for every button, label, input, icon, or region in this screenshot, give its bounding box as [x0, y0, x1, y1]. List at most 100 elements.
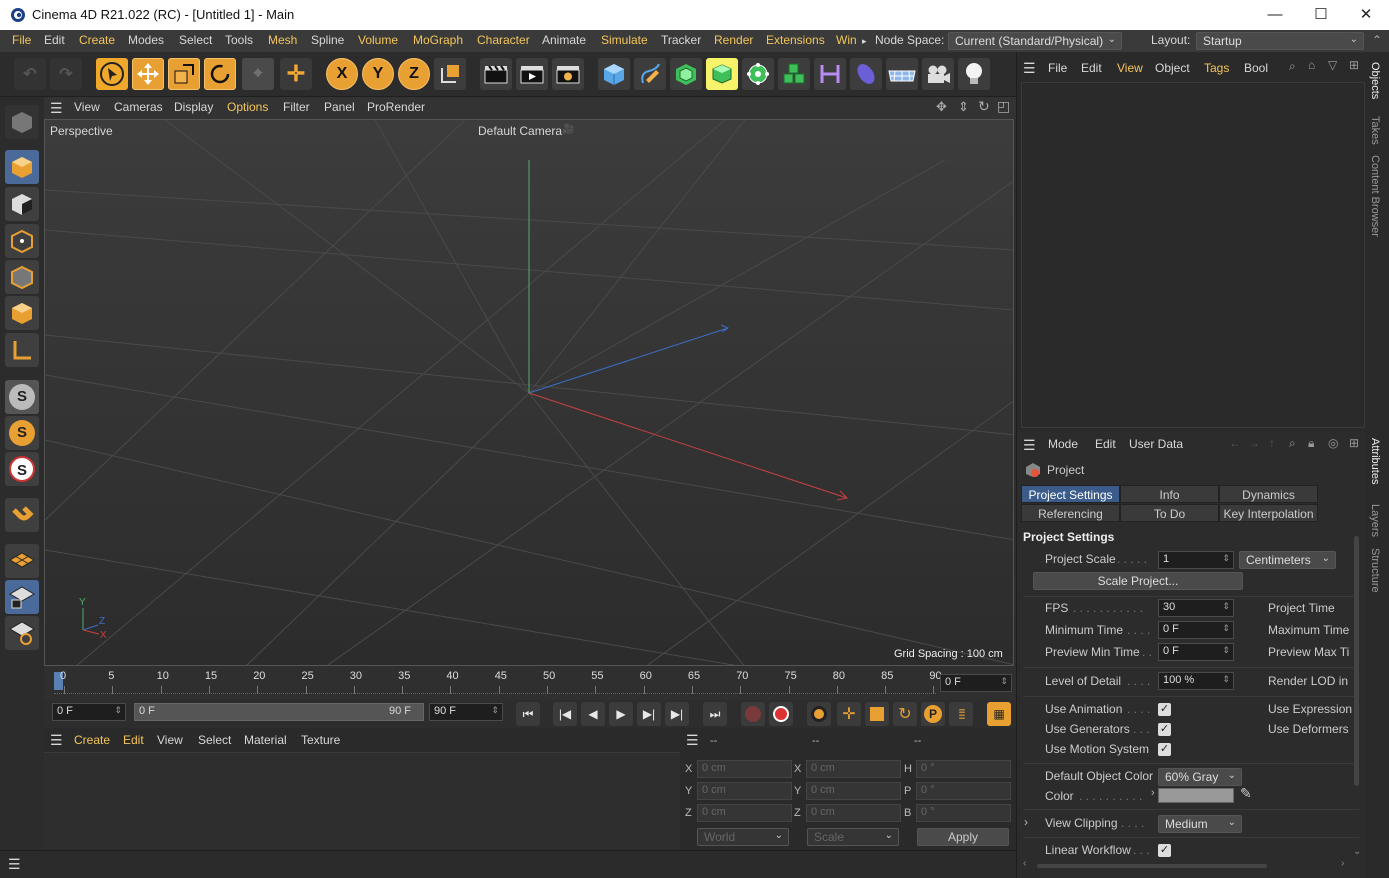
- material-menu-edit[interactable]: Edit: [123, 733, 144, 747]
- camera-button[interactable]: [922, 58, 954, 90]
- current-frame-field[interactable]: 0 F ⇕: [940, 674, 1012, 692]
- tab-dynamics[interactable]: Dynamics: [1219, 485, 1318, 503]
- tab-takes[interactable]: Takes: [1369, 116, 1381, 145]
- project-scale-field[interactable]: 1 ⇕: [1158, 551, 1234, 569]
- close-button[interactable]: ✕: [1343, 3, 1389, 27]
- preview-min-time-field[interactable]: 0 F ⇕: [1158, 643, 1234, 661]
- object-menu-view[interactable]: View: [1117, 61, 1143, 75]
- expand-arrow-icon[interactable]: ›: [1151, 787, 1155, 799]
- workplane-button[interactable]: [5, 544, 39, 578]
- viewport-menu-prorender[interactable]: ProRender: [367, 100, 425, 114]
- deformer-button[interactable]: [814, 58, 846, 90]
- scale-project-button[interactable]: Scale Project...: [1033, 572, 1243, 590]
- attributes-menu-edit[interactable]: Edit: [1095, 437, 1116, 451]
- tab-structure[interactable]: Structure: [1369, 548, 1381, 593]
- object-list[interactable]: [1021, 82, 1365, 428]
- vertical-scrollbar[interactable]: [1354, 536, 1359, 786]
- object-menu-file[interactable]: File: [1048, 61, 1067, 75]
- menu-animate[interactable]: Animate: [542, 33, 586, 47]
- menu-render[interactable]: Render: [714, 33, 753, 47]
- keyframe-selection-button[interactable]: [807, 702, 831, 726]
- menu-mograph[interactable]: MoGraph: [413, 33, 463, 47]
- perspective-viewport[interactable]: Perspective Default Camera 🎥 Y Z X Grid …: [44, 119, 1014, 666]
- end-frame-field[interactable]: 90 F ⇕: [429, 703, 503, 721]
- scroll-down-icon[interactable]: ⌄: [1353, 846, 1361, 857]
- project-scale-unit-dropdown[interactable]: Centimeters ⌄: [1239, 551, 1336, 569]
- live-selection-button[interactable]: [96, 58, 128, 90]
- rotation-b-field[interactable]: 0 °: [916, 804, 1011, 822]
- scroll-right-icon[interactable]: ›: [1341, 858, 1344, 869]
- play-button[interactable]: ▶: [609, 702, 633, 726]
- minimize-button[interactable]: —: [1252, 3, 1298, 27]
- material-menu-view[interactable]: View: [157, 733, 183, 747]
- light-button[interactable]: [958, 58, 990, 90]
- extrude-button[interactable]: [706, 58, 738, 90]
- menu-overflow-arrow-icon[interactable]: ▸: [862, 36, 867, 47]
- size-x-field[interactable]: 0 cm: [806, 760, 901, 778]
- hamburger-icon[interactable]: ☰: [1023, 60, 1036, 77]
- subdivision-surface-button[interactable]: [670, 58, 702, 90]
- tab-content-browser[interactable]: Content Browser: [1369, 155, 1381, 237]
- hamburger-icon[interactable]: ☰: [50, 100, 63, 117]
- snap-settings-button[interactable]: S: [5, 416, 39, 450]
- back-arrow-icon[interactable]: ←: [1229, 436, 1241, 450]
- parameter-key-button[interactable]: P: [921, 702, 945, 726]
- fps-field[interactable]: 30 ⇕: [1158, 599, 1234, 617]
- viewport-menu-options[interactable]: Options: [227, 100, 268, 114]
- menu-spline[interactable]: Spline: [311, 33, 344, 47]
- autokey-button[interactable]: [769, 702, 793, 726]
- menu-tools[interactable]: Tools: [225, 33, 253, 47]
- size-mode-dropdown[interactable]: Scale ⌄: [807, 828, 899, 846]
- view-clipping-dropdown[interactable]: Medium ⌄: [1158, 815, 1242, 833]
- menu-edit[interactable]: Edit: [44, 33, 65, 47]
- menu-file[interactable]: File: [12, 33, 31, 47]
- polygons-mode-button[interactable]: [5, 296, 39, 330]
- tab-key-interpolation[interactable]: Key Interpolation: [1219, 504, 1318, 522]
- object-menu-edit[interactable]: Edit: [1081, 61, 1102, 75]
- timeline-ruler[interactable]: 0 5 10 15 20 25 30 35 40 45 50 55 60 65 70 75 80 85 90 0 F…: [44, 666, 1016, 700]
- previous-key-button[interactable]: |◀: [553, 702, 577, 726]
- floor-button[interactable]: [850, 58, 882, 90]
- scale-button[interactable]: [168, 58, 200, 90]
- position-z-field[interactable]: 0 cm: [697, 804, 792, 822]
- go-to-start-button[interactable]: ⏮: [516, 702, 540, 726]
- menu-volume[interactable]: Volume: [358, 33, 398, 47]
- layout-dropdown[interactable]: Startup ⌄: [1196, 32, 1364, 50]
- expand-icon[interactable]: ⌃: [1372, 33, 1382, 47]
- material-menu-material[interactable]: Material: [244, 733, 287, 747]
- make-editable-button[interactable]: [5, 105, 39, 139]
- y-axis-lock-button[interactable]: Y: [362, 58, 394, 90]
- pan-view-icon[interactable]: ✥: [936, 99, 947, 115]
- render-to-picture-viewer-button[interactable]: [516, 58, 548, 90]
- point-level-key-button[interactable]: ⁞⁞⁞: [949, 702, 973, 726]
- redo-button[interactable]: ↷: [50, 58, 82, 90]
- size-y-field[interactable]: 0 cm: [806, 782, 901, 800]
- z-axis-lock-button[interactable]: Z: [398, 58, 430, 90]
- rotation-p-field[interactable]: 0 °: [916, 782, 1011, 800]
- tab-attributes[interactable]: Attributes: [1369, 438, 1381, 484]
- transform-tool-button[interactable]: ✛: [280, 58, 312, 90]
- menu-extensions[interactable]: Extensions: [766, 33, 825, 47]
- snap-button[interactable]: S: [5, 380, 39, 414]
- go-to-end-button[interactable]: ⏭: [703, 702, 727, 726]
- horizontal-scrollbar[interactable]: [1037, 864, 1267, 868]
- node-space-dropdown[interactable]: Current (Standard/Physical) ⌄: [948, 32, 1122, 50]
- lock-workplane-button[interactable]: [5, 580, 39, 614]
- tab-layers[interactable]: Layers: [1369, 504, 1381, 537]
- menu-select[interactable]: Select: [179, 33, 212, 47]
- menu-tracker[interactable]: Tracker: [661, 33, 701, 47]
- tab-project-settings[interactable]: Project Settings: [1021, 485, 1120, 503]
- position-key-button[interactable]: ✛: [837, 702, 861, 726]
- eyedropper-icon[interactable]: ✎: [1240, 785, 1252, 802]
- use-motion-system-checkbox[interactable]: ✓: [1158, 743, 1171, 756]
- object-menu-object[interactable]: Object: [1155, 61, 1190, 75]
- menu-character[interactable]: Character: [477, 33, 530, 47]
- material-list[interactable]: [44, 752, 680, 850]
- rotate-view-icon[interactable]: ↻: [978, 98, 990, 115]
- record-button[interactable]: [741, 702, 765, 726]
- points-mode-button[interactable]: [5, 224, 39, 258]
- minimum-time-field[interactable]: 0 F ⇕: [1158, 621, 1234, 639]
- start-frame-field[interactable]: 0 F ⇕: [52, 703, 126, 721]
- environment-button[interactable]: [886, 58, 918, 90]
- x-axis-lock-button[interactable]: X: [326, 58, 358, 90]
